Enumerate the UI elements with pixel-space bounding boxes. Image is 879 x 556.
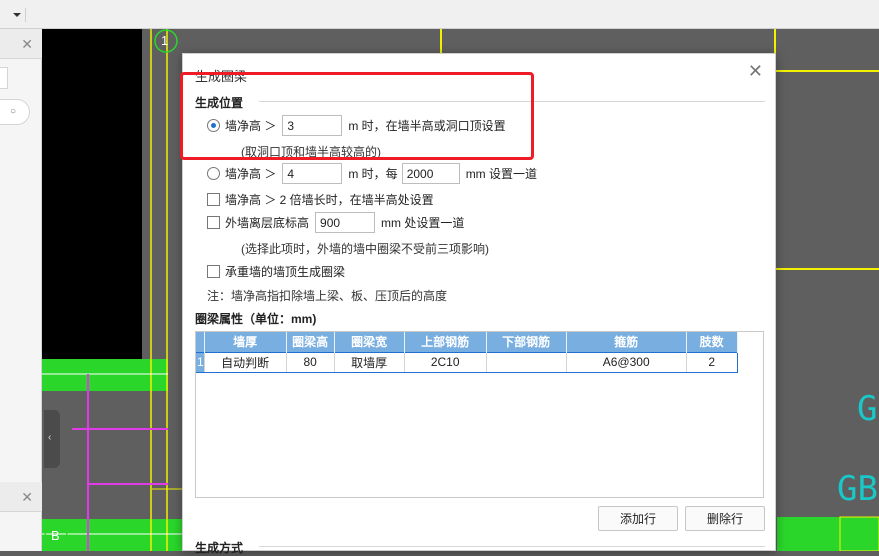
chevron-down-icon [13,13,21,17]
section-divider [259,546,765,547]
option-row-2: 墙净高 ＞ 4 m 时，每 2000 mm 设置一道 [207,163,537,184]
check3-checkbox[interactable] [207,265,220,278]
check3-label: 承重墙的墙顶生成圈梁 [225,265,346,279]
left-panel: ✕ ○ ✕ [0,29,42,551]
cad-text-gb: GB [837,469,878,509]
option2-mid: m 时，每 [348,167,398,181]
table-cell[interactable]: 2 [686,351,738,373]
column-header[interactable]: 墙厚 [204,332,287,352]
option2-suffix: mm 设置一道 [465,167,538,181]
delete-row-button[interactable]: 删除行 [685,506,765,531]
search-icon: ○ [10,106,17,117]
table-cell[interactable]: 自动判断 [204,351,287,373]
black-region [42,29,142,361]
table-row[interactable]: 1 自动判断 80 取墙厚 2C10 A6@300 2 [196,351,738,373]
top-toolbar [0,0,879,29]
green-beam-bottom-right [777,517,879,551]
axis-label-b: B [51,528,60,543]
option2-radio[interactable] [207,167,220,180]
column-header[interactable]: 圈梁宽 [334,332,405,352]
column-header[interactable]: 上部钢筋 [404,332,487,352]
check2-elevation-input[interactable]: 900 [315,212,376,233]
left-panel-header-2: ✕ [0,482,42,512]
left-panel-field[interactable] [0,67,8,89]
green-beam-left [42,359,168,391]
check2-note: (选择此项时，外墙的墙中圈梁不受前三项影响) [241,242,489,256]
check2-prefix: 外墙离层底标高 [225,216,310,230]
section-method-title: 生成方式 [195,541,244,555]
column-header[interactable]: 圈梁高 [286,332,335,352]
left-panel-header: ✕ [0,29,42,59]
green-beam-bottom-left [42,519,182,551]
check2-suffix: mm 处设置一道 [381,216,465,230]
close-icon[interactable]: ✕ [21,36,33,53]
collapse-panel-button[interactable]: ‹ [44,410,60,468]
check1-label: 墙净高 ＞ 2 倍墙长时，在墙半高处设置 [225,193,434,207]
option2-prefix: 墙净高 ＞ [225,167,277,181]
close-icon[interactable]: ✕ [748,62,763,80]
check2-checkbox[interactable] [207,216,220,229]
table-cell[interactable]: A6@300 [566,351,687,373]
section-props-title: 圈梁属性（单位：mm) [195,312,317,326]
close-icon[interactable]: ✕ [21,489,33,506]
option2-spacing-input[interactable]: 2000 [401,163,460,184]
remark-text: 注：墙净高指扣除墙上梁、板、压顶后的高度 [207,289,448,303]
axis-label-1: 1 [161,33,169,48]
check1-checkbox[interactable] [207,193,220,206]
check-row-2: 外墙离层底标高 900 mm 处设置一道 [207,212,464,233]
column-header[interactable]: 下部钢筋 [486,332,567,352]
beam-props-table: 墙厚 圈梁高 圈梁宽 上部钢筋 下部钢筋 箍筋 肢数 1 自动判断 80 取墙厚… [196,332,738,373]
beam-props-grid: 墙厚 圈梁高 圈梁宽 上部钢筋 下部钢筋 箍筋 肢数 1 自动判断 80 取墙厚… [195,331,764,498]
option2-height-input[interactable]: 4 [282,163,343,184]
table-header-row: 墙厚 圈梁高 圈梁宽 上部钢筋 下部钢筋 箍筋 肢数 [196,332,738,352]
table-cell[interactable] [486,351,567,373]
highlight-annotation-box [180,72,534,160]
cad-text-g: G [857,389,878,429]
add-row-button[interactable]: 添加行 [598,506,678,531]
check-row-1: 墙净高 ＞ 2 倍墙长时，在墙半高处设置 [207,191,434,208]
check-row-3: 承重墙的墙顶生成圈梁 [207,263,345,280]
column-header[interactable]: 箍筋 [566,332,687,352]
row-number-header [196,332,205,352]
column-header[interactable]: 肢数 [686,332,738,352]
toolbar-dropdown[interactable] [8,8,26,22]
table-cell[interactable]: 80 [286,351,335,373]
row-number: 1 [196,351,205,373]
table-cell[interactable]: 取墙厚 [334,351,405,373]
table-cell[interactable]: 2C10 [404,351,487,373]
search-input[interactable]: ○ [0,99,30,125]
